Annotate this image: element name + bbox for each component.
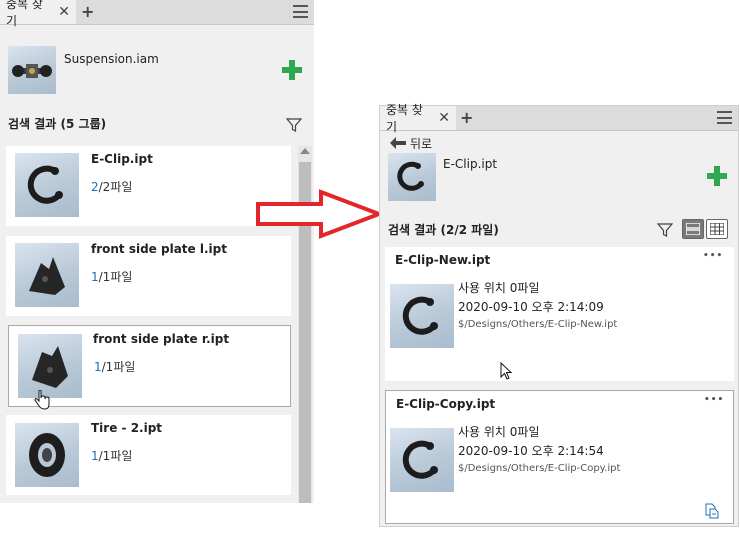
results-title: 검색 결과 (2/2 파일) [388, 223, 499, 237]
result-name: E-Clip-Copy.ipt [396, 397, 496, 411]
list-view-toggle[interactable] [682, 219, 704, 239]
usage-info: 사용 위치 0파일 [458, 425, 540, 439]
arrow-cursor-icon [500, 362, 512, 380]
replace-file-icon[interactable] [704, 503, 720, 519]
filter-icon[interactable] [286, 117, 302, 133]
assembly-name: Suspension.iam [64, 52, 159, 66]
grid-view-icon [710, 223, 724, 235]
assembly-thumbnail [8, 46, 56, 94]
list-item-front-side-plate-r[interactable]: front side plate r.ipt 1/1파일 [8, 325, 291, 410]
result-card-e-clip-copy[interactable]: E-Clip-Copy.ipt ••• 사용 위치 0파일 2020-09-10… [385, 390, 734, 524]
plate-icon [15, 243, 79, 307]
add-plus-icon[interactable] [707, 166, 727, 186]
tire-icon [15, 423, 79, 487]
list-view-icon [686, 223, 700, 235]
back-label: 뒤로 [410, 136, 433, 151]
close-icon[interactable]: ✕ [58, 4, 70, 20]
more-options-icon[interactable]: ••• [703, 251, 723, 261]
scroll-up-arrow-icon[interactable] [300, 148, 310, 154]
file-path: $/Designs/Others/E-Clip-Copy.ipt [458, 463, 621, 474]
e-clip-icon [390, 428, 454, 492]
hamburger-menu-icon[interactable] [717, 111, 732, 124]
transition-arrow-icon [256, 189, 383, 239]
list-item-tire[interactable]: Tire - 2.ipt 1/1파일 [6, 415, 291, 495]
back-arrow-icon [390, 137, 406, 149]
tab-bar: 중복 찾기 ✕ + [0, 0, 314, 28]
tab-bar: 중복 찾기 ✕ + [380, 103, 738, 134]
file-count[interactable]: 1/1파일 [91, 447, 132, 464]
add-tab-icon[interactable]: + [460, 108, 473, 127]
hand-cursor-icon [34, 390, 50, 410]
item-name: E-Clip.ipt [91, 152, 153, 166]
file-count[interactable]: 1/1파일 [94, 358, 135, 375]
duplicate-finder-panel-right: 중복 찾기 ✕ + 뒤로 E-Clip.ipt 검색 결과 (2/2 파일) E… [379, 103, 739, 527]
add-plus-icon[interactable] [282, 60, 302, 80]
tab-duplicate-finder[interactable]: 중복 찾기 ✕ [0, 0, 76, 28]
tab-label: 중복 찾기 [6, 0, 43, 28]
filter-icon[interactable] [657, 222, 673, 238]
result-name: E-Clip-New.ipt [395, 253, 491, 267]
hamburger-menu-icon[interactable] [293, 5, 308, 18]
file-count[interactable]: 2/2파일 [91, 178, 132, 195]
list-item-front-side-plate-l[interactable]: front side plate l.ipt 1/1파일 [6, 236, 291, 316]
list-item-e-clip[interactable]: E-Clip.ipt 2/2파일 [6, 146, 291, 226]
result-card-e-clip-new[interactable]: E-Clip-New.ipt ••• 사용 위치 0파일 2020-09-10 … [385, 247, 734, 381]
e-clip-icon [388, 153, 436, 201]
item-name: front side plate l.ipt [91, 242, 227, 256]
item-name: front side plate r.ipt [93, 332, 230, 346]
modified-date: 2020-09-10 오후 2:14:54 [458, 444, 604, 458]
e-clip-icon [15, 153, 79, 217]
more-options-icon[interactable]: ••• [704, 395, 724, 405]
back-button[interactable]: 뒤로 [390, 135, 432, 151]
file-count[interactable]: 1/1파일 [91, 268, 132, 285]
tab-duplicate-finder[interactable]: 중복 찾기 ✕ [380, 103, 456, 134]
modified-date: 2020-09-10 오후 2:14:09 [458, 300, 604, 314]
file-path: $/Designs/Others/E-Clip-New.ipt [458, 319, 618, 330]
plate-icon [18, 334, 82, 398]
usage-info: 사용 위치 0파일 [458, 281, 540, 295]
item-name: Tire - 2.ipt [91, 421, 163, 435]
part-name: E-Clip.ipt [443, 157, 498, 171]
add-tab-icon[interactable]: + [81, 2, 94, 21]
grid-view-toggle[interactable] [706, 219, 728, 239]
results-title: 검색 결과 (5 그룹) [8, 117, 107, 131]
e-clip-icon [390, 284, 454, 348]
close-icon[interactable]: ✕ [438, 110, 450, 126]
tab-label: 중복 찾기 [386, 103, 423, 134]
duplicate-finder-panel-left: 중복 찾기 ✕ + Suspension.iam 검색 결과 (5 그룹) E-… [0, 0, 314, 503]
